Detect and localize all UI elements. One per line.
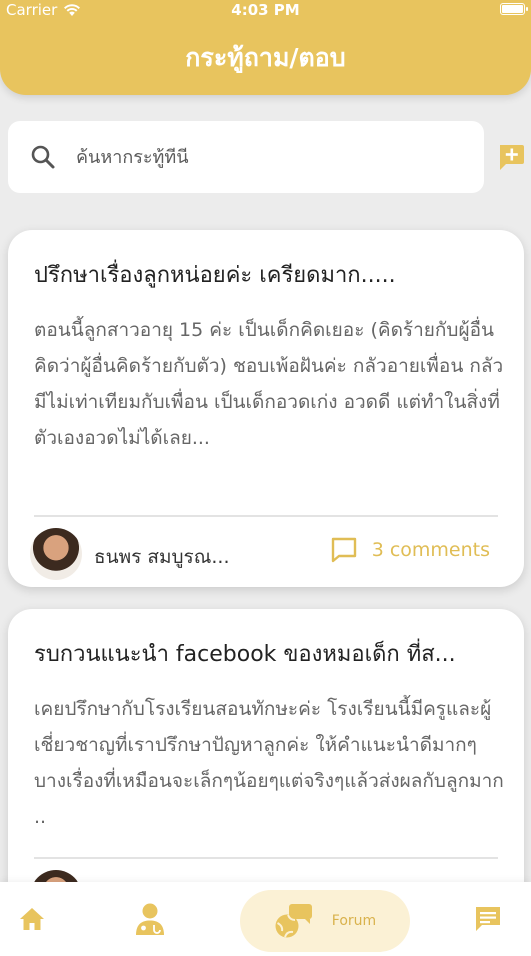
search-input[interactable]: [76, 146, 436, 168]
forum-icon: [275, 904, 312, 938]
battery-icon: [500, 3, 528, 15]
page-title: กระทู้ถาม/ตอบ: [185, 43, 346, 72]
status-bar: Carrier 4:03 PM: [0, 0, 531, 22]
header-bar: Carrier 4:03 PM กระทู้ถาม/ตอบ: [0, 0, 531, 95]
post-excerpt: ตอนนี้ลูกสาวอายุ 15 ค่ะ เป็นเด็กคิดเยอะ …: [34, 319, 504, 449]
post-title: รบกวนแนะนำ facebook ของหมอเด็ก ที่ส...: [34, 642, 456, 667]
comment-icon: [331, 537, 356, 563]
tab-chat[interactable]: [456, 882, 520, 956]
tab-bar: Forum: [0, 882, 531, 956]
comments-link[interactable]: 3 comments: [330, 537, 490, 563]
search-bar[interactable]: [8, 121, 484, 193]
tab-home[interactable]: [0, 882, 64, 956]
comments-count: 3 comments: [371, 539, 490, 561]
card-divider: [34, 515, 498, 517]
tab-forum[interactable]: Forum: [240, 890, 410, 952]
author-avatar: [30, 528, 82, 580]
home-icon: [20, 908, 44, 930]
post-card[interactable]: ปรึกษาเรื่องลูกหน่อยค่ะ เครียดมาก..... ต…: [8, 230, 524, 587]
search-icon: [31, 145, 55, 169]
card-divider: [34, 857, 498, 859]
post-excerpt: เคยปรึกษากับโรงเรียนสอนทักษะค่ะ โรงเรียน…: [34, 698, 504, 828]
forum-tab-label: Forum: [331, 913, 377, 929]
chat-icon: [476, 907, 500, 931]
doctor-icon: [136, 903, 164, 935]
tab-doctor[interactable]: [118, 882, 182, 956]
author-name: ธนพร สมบูรณ...: [94, 546, 230, 568]
post-title: ปรึกษาเรื่องลูกหน่อยค่ะ เครียดมาก.....: [34, 263, 396, 288]
status-time: 4:03 PM: [231, 1, 300, 19]
add-post-icon[interactable]: [497, 143, 525, 171]
